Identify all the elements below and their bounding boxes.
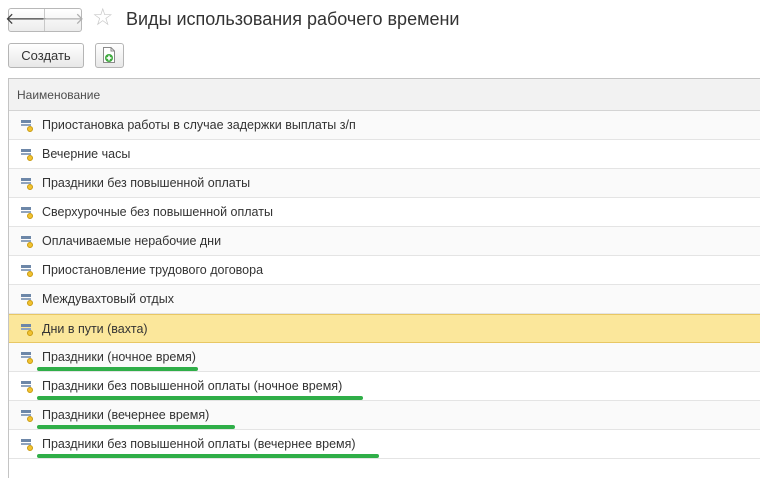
table-row[interactable]: Праздники без повышенной оплаты xyxy=(9,169,760,198)
forward-button[interactable]: 🡒 xyxy=(42,9,85,31)
row-name: Праздники (ночное время) xyxy=(42,350,196,364)
row-name: Оплачиваемые нерабочие дни xyxy=(42,234,222,248)
row-name: Приостановление трудового договора xyxy=(42,263,264,277)
table-row[interactable]: Сверхурочные без повышенной оплаты xyxy=(9,198,760,227)
time-type-icon xyxy=(20,263,34,277)
time-type-icon xyxy=(20,322,34,336)
table-row[interactable]: Дни в пути (вахта) xyxy=(9,314,760,343)
time-type-icon xyxy=(20,234,34,248)
time-type-icon xyxy=(20,408,34,422)
table-row[interactable]: Праздники (ночное время) xyxy=(9,343,760,372)
time-type-icon xyxy=(20,292,34,306)
table-row[interactable]: Приостановление трудового договора xyxy=(9,256,760,285)
table-row[interactable]: Приостановка работы в случае задержки вы… xyxy=(9,111,760,140)
time-type-icon xyxy=(20,205,34,219)
row-name: Праздники без повышенной оплаты (вечерне… xyxy=(42,437,356,451)
title-bar: 🡐 🡒 ☆ Виды использования рабочего времен… xyxy=(0,0,760,40)
star-icon[interactable]: ☆ xyxy=(92,6,114,30)
page-title: Виды использования рабочего времени xyxy=(126,9,460,29)
row-name: Приостановка работы в случае задержки вы… xyxy=(42,118,356,132)
time-type-icon xyxy=(20,147,34,161)
time-type-icon xyxy=(20,118,34,132)
time-type-icon xyxy=(20,437,34,451)
table-row[interactable]: Оплачиваемые нерабочие дни xyxy=(9,227,760,256)
time-type-icon xyxy=(20,379,34,393)
data-table: Наименование Приостановка работы в случа… xyxy=(8,78,760,478)
highlight-underline xyxy=(37,454,379,458)
create-button[interactable]: Создать xyxy=(8,43,84,68)
table-row[interactable]: Праздники без повышенной оплаты (ночное … xyxy=(9,372,760,401)
column-header-name[interactable]: Наименование xyxy=(9,79,760,111)
highlight-underline xyxy=(37,425,235,429)
highlight-underline xyxy=(37,367,198,371)
table-row[interactable]: Междувахтовый отдых xyxy=(9,285,760,314)
navigation-buttons: 🡐 🡒 xyxy=(5,8,85,32)
row-name: Праздники без повышенной оплаты (ночное … xyxy=(42,379,343,393)
back-button[interactable]: 🡐 xyxy=(5,9,48,31)
row-name: Дни в пути (вахта) xyxy=(42,321,148,336)
add-document-icon xyxy=(103,47,115,63)
time-type-icon xyxy=(20,176,34,190)
table-body: Приостановка работы в случае задержки вы… xyxy=(9,111,760,459)
time-type-icon xyxy=(20,350,34,364)
highlight-underline xyxy=(37,396,363,400)
row-name: Праздники без повышенной оплаты xyxy=(42,176,251,190)
column-header-label: Наименование xyxy=(17,87,101,102)
arrow-right-icon: 🡒 xyxy=(41,11,85,28)
table-row[interactable]: Праздники (вечернее время) xyxy=(9,401,760,430)
table-row[interactable]: Праздники без повышенной оплаты (вечерне… xyxy=(9,430,760,459)
row-name: Междувахтовый отдых xyxy=(42,292,174,306)
table-row[interactable]: Вечерние часы xyxy=(9,140,760,169)
row-name: Праздники (вечернее время) xyxy=(42,408,210,422)
add-document-button[interactable] xyxy=(95,43,124,68)
row-name: Сверхурочные без повышенной оплаты xyxy=(42,205,273,219)
row-name: Вечерние часы xyxy=(42,147,131,161)
